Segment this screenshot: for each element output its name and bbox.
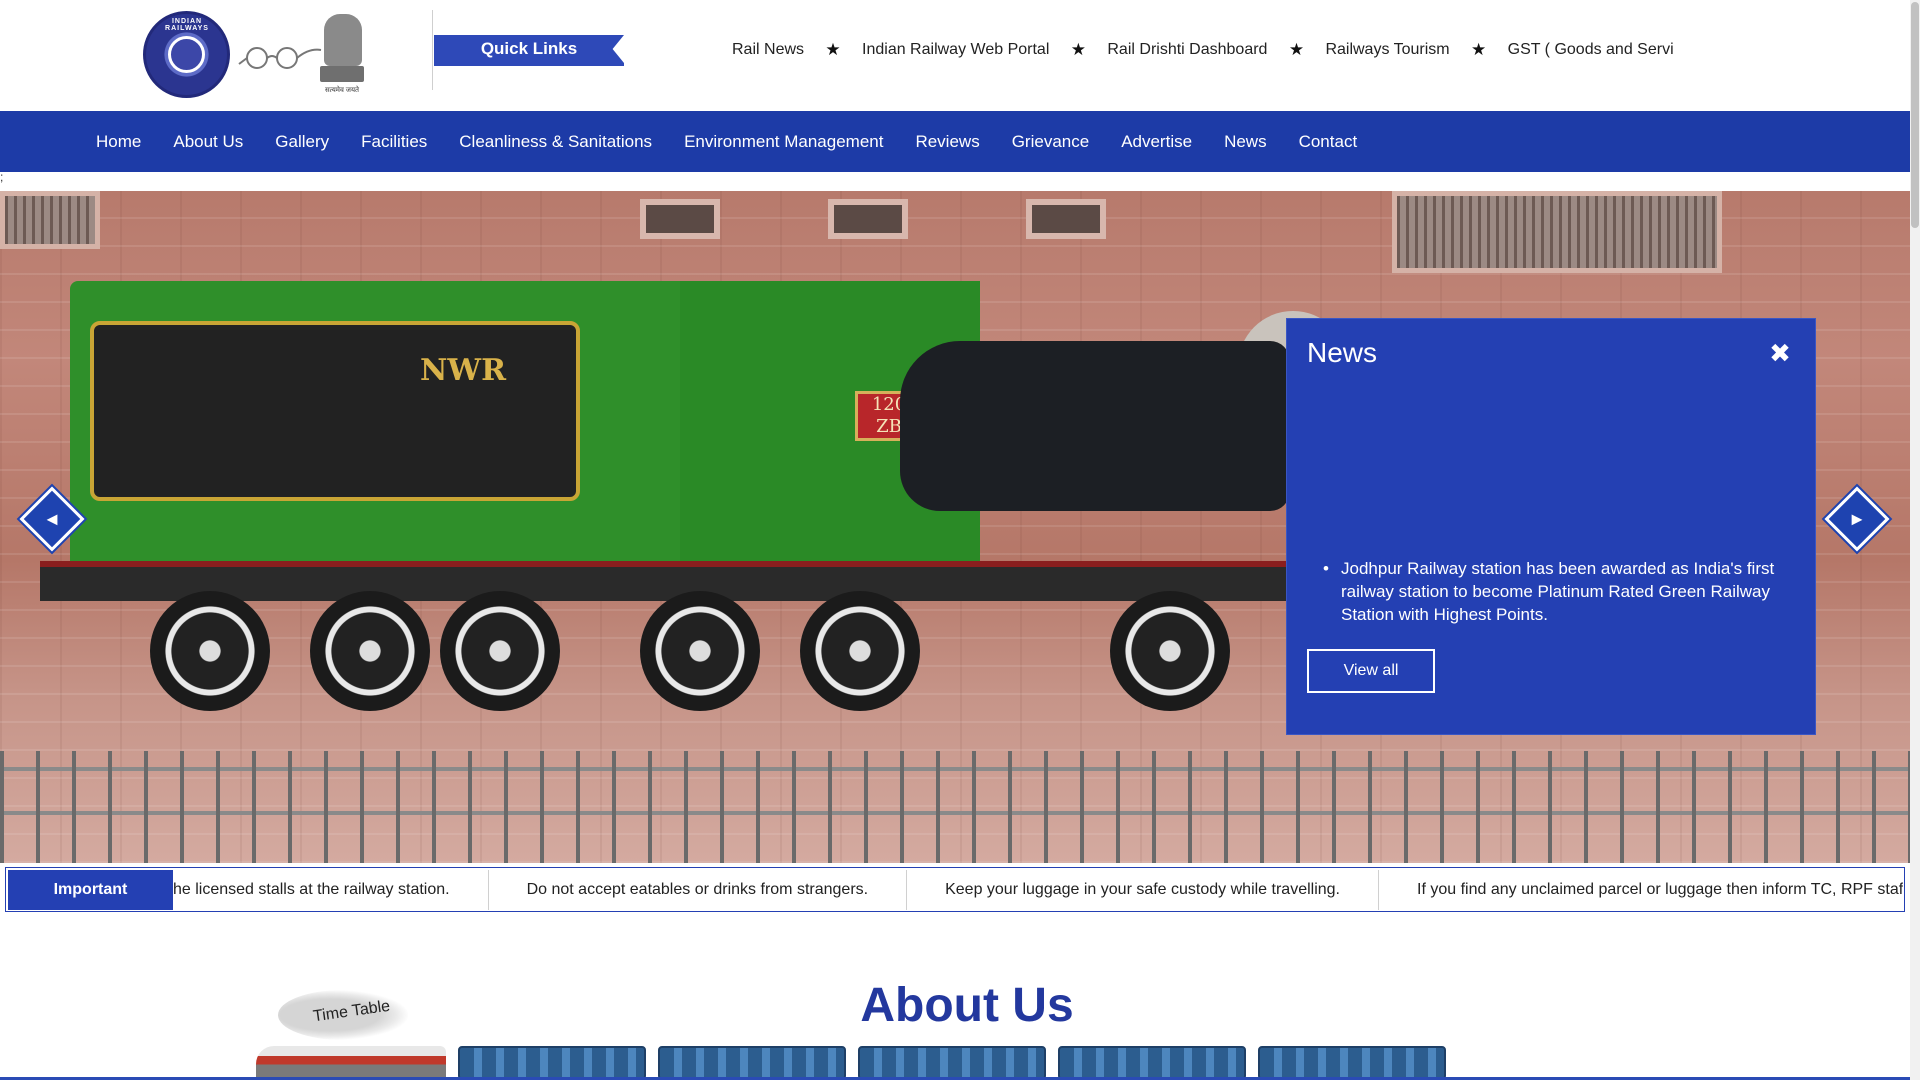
main-navbar: Home About Us Gallery Facilities Cleanli… xyxy=(0,111,1910,172)
nav-item-gallery[interactable]: Gallery xyxy=(259,132,345,152)
nav-item-cleanliness[interactable]: Cleanliness & Sanitations xyxy=(443,132,668,152)
news-popup: News ✖ Jodhpur Railway station has been … xyxy=(1287,319,1815,734)
nav-item-environment[interactable]: Environment Management xyxy=(668,132,899,152)
star-icon: ★ xyxy=(1288,40,1305,59)
nav-item-about-us[interactable]: About Us xyxy=(157,132,259,152)
star-icon: ★ xyxy=(1471,40,1487,59)
scrollbar-thumb[interactable] xyxy=(1911,2,1919,228)
locomotive-wheel xyxy=(150,591,270,711)
indian-railways-logo[interactable]: INDIAN RAILWAYS xyxy=(143,11,230,98)
stray-text: ; xyxy=(0,170,4,184)
locomotive-nwr-lettering: NWR xyxy=(420,353,507,388)
train-coach xyxy=(1058,1046,1246,1080)
nav-item-news[interactable]: News xyxy=(1208,132,1283,152)
important-info-ticker: he licensed stalls at the railway statio… xyxy=(173,870,1903,910)
locomotive-boiler xyxy=(900,341,1290,511)
close-icon[interactable]: ✖ xyxy=(1766,339,1794,367)
ticker-link-indian-railway-web-portal[interactable]: Indian Railway Web Portal xyxy=(862,36,1049,64)
train-coach xyxy=(658,1046,846,1080)
emblem-base xyxy=(320,66,364,82)
railing-fence xyxy=(0,751,1910,863)
page-scrollbar[interactable] xyxy=(1910,0,1920,1080)
train-engine xyxy=(256,1046,446,1080)
important-info-bar: Important Information he licensed stalls… xyxy=(5,867,1905,938)
nav-item-home[interactable]: Home xyxy=(80,132,157,152)
building-window xyxy=(828,199,908,239)
building-grille xyxy=(0,191,100,249)
news-list: Jodhpur Railway station has been awarded… xyxy=(1323,557,1803,626)
logo-center xyxy=(168,36,205,73)
view-all-button[interactable]: View all xyxy=(1307,649,1435,693)
ticker-link-rail-news[interactable]: Rail News xyxy=(732,36,804,64)
building-window xyxy=(1026,199,1106,239)
nav-item-reviews[interactable]: Reviews xyxy=(899,132,995,152)
locomotive-wheel xyxy=(310,591,430,711)
train-coach xyxy=(1258,1046,1446,1080)
site-header: INDIAN RAILWAYS सत्यमेव जयते Quick Links… xyxy=(0,0,1910,111)
ticker-link-gst[interactable]: GST ( Goods and Servi xyxy=(1508,36,1674,64)
info-message: Keep your luggage in your safe custody w… xyxy=(907,870,1379,910)
logo-ring-text: INDIAN RAILWAYS xyxy=(165,18,209,32)
chevron-right-icon: ► xyxy=(1848,509,1866,529)
locomotive-wheel xyxy=(640,591,760,711)
info-message: If you find any unclaimed parcel or lugg… xyxy=(1417,881,1903,898)
ticker-link-railways-tourism[interactable]: Railways Tourism xyxy=(1325,36,1449,64)
train-coach xyxy=(458,1046,646,1080)
star-icon: ★ xyxy=(1070,40,1086,59)
news-title: News xyxy=(1307,337,1378,368)
header-divider xyxy=(432,10,433,90)
national-emblem-logo: सत्यमेव जयते xyxy=(318,14,366,98)
locomotive-wheel xyxy=(800,591,920,711)
locomotive-wheel xyxy=(440,591,560,711)
quick-links-label: Quick Links xyxy=(434,35,624,63)
nav-item-grievance[interactable]: Grievance xyxy=(996,132,1105,152)
star-icon: ★ xyxy=(825,40,841,59)
news-item[interactable]: Jodhpur Railway station has been awarded… xyxy=(1323,557,1803,626)
nav-list: Home About Us Gallery Facilities Cleanli… xyxy=(80,111,1373,172)
ticker-link-rail-drishti-dashboard[interactable]: Rail Drishti Dashboard xyxy=(1107,36,1267,64)
swachh-bharat-glasses-logo xyxy=(238,47,322,69)
building-window xyxy=(640,199,720,239)
emblem-motto: सत्यमेव जयते xyxy=(324,87,360,94)
train-illustration xyxy=(256,1046,1446,1080)
nav-item-contact[interactable]: Contact xyxy=(1283,132,1374,152)
emblem-lions xyxy=(324,14,362,66)
quick-links-ticker: Rail News ★ Indian Railway Web Portal ★ Rail… xyxy=(732,36,1688,64)
train-coach xyxy=(858,1046,1046,1080)
building-grille xyxy=(1392,191,1722,273)
quick-links-underline xyxy=(434,63,624,66)
nav-item-facilities[interactable]: Facilities xyxy=(345,132,443,152)
info-message: Do not accept eatables or drinks from st… xyxy=(489,870,908,910)
important-info-label: Important Information xyxy=(8,870,173,938)
tender-panel xyxy=(90,321,580,501)
nav-item-advertise[interactable]: Advertise xyxy=(1105,132,1208,152)
locomotive-wheel xyxy=(1110,591,1230,711)
locomotive-tender: NWR 120 ZB xyxy=(70,281,980,561)
info-message: he licensed stalls at the railway statio… xyxy=(173,870,489,910)
about-us-heading: About Us xyxy=(860,979,1074,1032)
chevron-left-icon: ◄ xyxy=(43,509,61,529)
